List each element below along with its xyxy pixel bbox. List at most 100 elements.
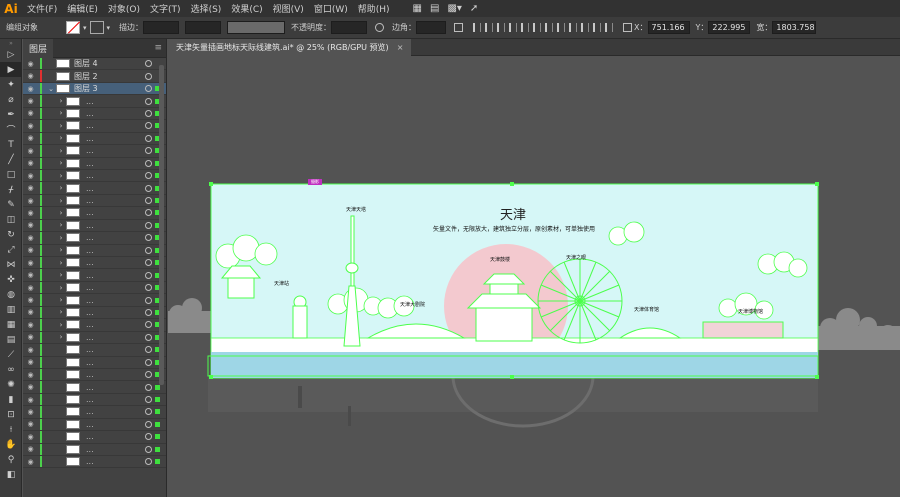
visibility-eye-icon[interactable]: ◉ [23,346,38,354]
artboard-tool-icon[interactable]: ⊡ [0,407,22,422]
pen-tool-icon[interactable]: ✒ [0,107,22,122]
expand-chevron-icon[interactable]: › [56,97,66,105]
sublayer-name[interactable]: ... [86,171,94,180]
expand-chevron-icon[interactable]: › [56,271,66,279]
target-circle-icon[interactable] [145,420,152,428]
sublayer-row[interactable]: ◉... [23,406,166,419]
visibility-eye-icon[interactable]: ◉ [23,85,38,93]
target-circle-icon[interactable] [145,259,152,267]
curvature-tool-icon[interactable]: ⌒ [0,122,22,137]
menu-edit[interactable]: 编辑(E) [62,2,103,15]
target-circle-icon[interactable] [145,433,152,441]
menu-object[interactable]: 对象(O) [103,2,145,15]
sublayer-name[interactable]: ... [86,109,94,118]
menu-window[interactable]: 窗口(W) [309,2,353,15]
line-tool-icon[interactable]: ╱ [0,152,22,167]
sublayer-row[interactable]: ◉ ›... [23,306,166,320]
sublayer-row[interactable]: ◉ ›... [23,182,166,195]
visibility-eye-icon[interactable]: ◉ [23,209,38,217]
visibility-eye-icon[interactable]: ◉ [23,445,38,453]
sublayer-row[interactable]: ◉... [23,456,166,469]
selection-indicator[interactable] [155,459,160,465]
visibility-eye-icon[interactable]: ◉ [23,246,38,254]
sublayer-row[interactable]: ◉ ›... [23,107,166,121]
sublayer-name[interactable]: ... [86,395,94,404]
visibility-eye-icon[interactable]: ◉ [23,420,38,428]
expand-chevron-icon[interactable]: › [56,234,66,242]
target-circle-icon[interactable] [145,271,152,279]
selection-indicator[interactable] [155,384,160,390]
align-hcenter-icon[interactable] [485,23,494,32]
visibility-eye-icon[interactable]: ◉ [23,296,38,304]
stroke-swatch[interactable] [89,21,104,34]
toolbox-collapse-icon[interactable]: » [0,39,22,47]
sublayer-name[interactable]: ... [86,121,94,130]
canvas[interactable]: 摄影 天津 矢量文件，无限放大，建筑独立分层，原创素材，可单独使用 天津天塔 天… [168,56,900,497]
sublayer-name[interactable]: ... [86,159,94,168]
sublayer-row[interactable]: ◉... [23,443,166,456]
perspective-grid-tool-icon[interactable]: ▥ [0,302,22,317]
close-icon[interactable]: × [397,43,404,52]
menu-view[interactable]: 视图(V) [268,2,309,15]
distribute-left-icon[interactable] [581,23,590,32]
sublayer-name[interactable]: ... [86,233,94,242]
sublayer-name[interactable]: ... [86,457,94,466]
expand-chevron-icon[interactable]: › [56,308,66,316]
sublayer-row[interactable]: ◉ ›... [23,331,166,345]
puppet-warp-tool-icon[interactable]: ✜ [0,272,22,287]
eyedropper-tool-icon[interactable]: ⟋ [0,347,22,362]
sublayer-row[interactable]: ◉ ›... [23,219,166,233]
sublayer-name[interactable]: ... [86,246,94,255]
width-field[interactable]: 1803.758 [772,21,817,34]
target-circle-icon[interactable] [145,458,152,466]
visibility-eye-icon[interactable]: ◉ [23,172,38,180]
sublayer-row[interactable]: ◉... [23,368,166,382]
visibility-eye-icon[interactable]: ◉ [23,271,38,279]
selection-indicator[interactable] [155,434,160,440]
layers-scrollbar[interactable] [159,65,164,385]
sublayer-name[interactable]: ... [86,333,94,342]
sublayer-name[interactable]: ... [86,134,94,143]
align-top-icon[interactable] [509,23,518,32]
selection-indicator[interactable] [155,397,160,403]
slice-tool-icon[interactable]: ⟊ [0,422,22,437]
reference-point-icon[interactable] [623,23,633,32]
selection-indicator[interactable] [155,409,160,415]
sublayer-name[interactable]: ... [86,432,94,441]
opacity-field[interactable] [331,21,368,34]
visibility-eye-icon[interactable]: ◉ [23,396,38,404]
document-tab[interactable]: 天津矢量插画地标天际线建筑.ai* @ 25% (RGB/GPU 预览) × [168,39,412,56]
sublayer-name[interactable]: ... [86,308,94,317]
layer-row[interactable]: ◉ 图层 2 [23,70,166,83]
sublayer-name[interactable]: ... [86,196,94,205]
sublayer-row[interactable]: ◉... [23,381,166,394]
target-circle-icon[interactable] [145,159,152,167]
sublayer-row[interactable]: ◉ ›... [23,269,166,282]
fill-dropdown-icon[interactable]: ▾ [83,24,87,32]
target-circle-icon[interactable] [145,358,152,366]
target-circle-icon[interactable] [145,246,152,254]
sublayer-name[interactable]: ... [86,184,94,193]
target-circle-icon[interactable] [145,308,152,316]
fill-stroke-icon[interactable]: ◧ [0,467,22,482]
sublayer-name[interactable]: ... [86,271,94,280]
target-circle-icon[interactable] [145,383,152,391]
sublayer-name[interactable]: ... [86,358,94,367]
sublayer-row[interactable]: ◉ ›... [23,319,166,332]
visibility-eye-icon[interactable]: ◉ [23,60,38,68]
sublayer-row[interactable]: ◉ ›... [23,294,166,307]
visibility-eye-icon[interactable]: ◉ [23,159,38,167]
visibility-eye-icon[interactable]: ◉ [23,383,38,391]
sublayer-name[interactable]: ... [86,420,94,429]
shape-builder-tool-icon[interactable]: ◍ [0,287,22,302]
visibility-eye-icon[interactable]: ◉ [23,433,38,441]
sublayer-row[interactable]: ◉ ›... [23,169,166,183]
sublayer-row[interactable]: ◉... [23,344,166,357]
direct-selection-tool-icon[interactable]: ▶ [0,62,22,77]
sublayer-name[interactable]: ... [86,296,94,305]
sublayer-name[interactable]: ... [86,283,94,292]
sublayer-row[interactable]: ◉... [23,356,166,369]
type-tool-icon[interactable]: T [0,137,22,152]
expand-chevron-icon[interactable]: › [56,197,66,205]
target-circle-icon[interactable] [145,221,152,229]
